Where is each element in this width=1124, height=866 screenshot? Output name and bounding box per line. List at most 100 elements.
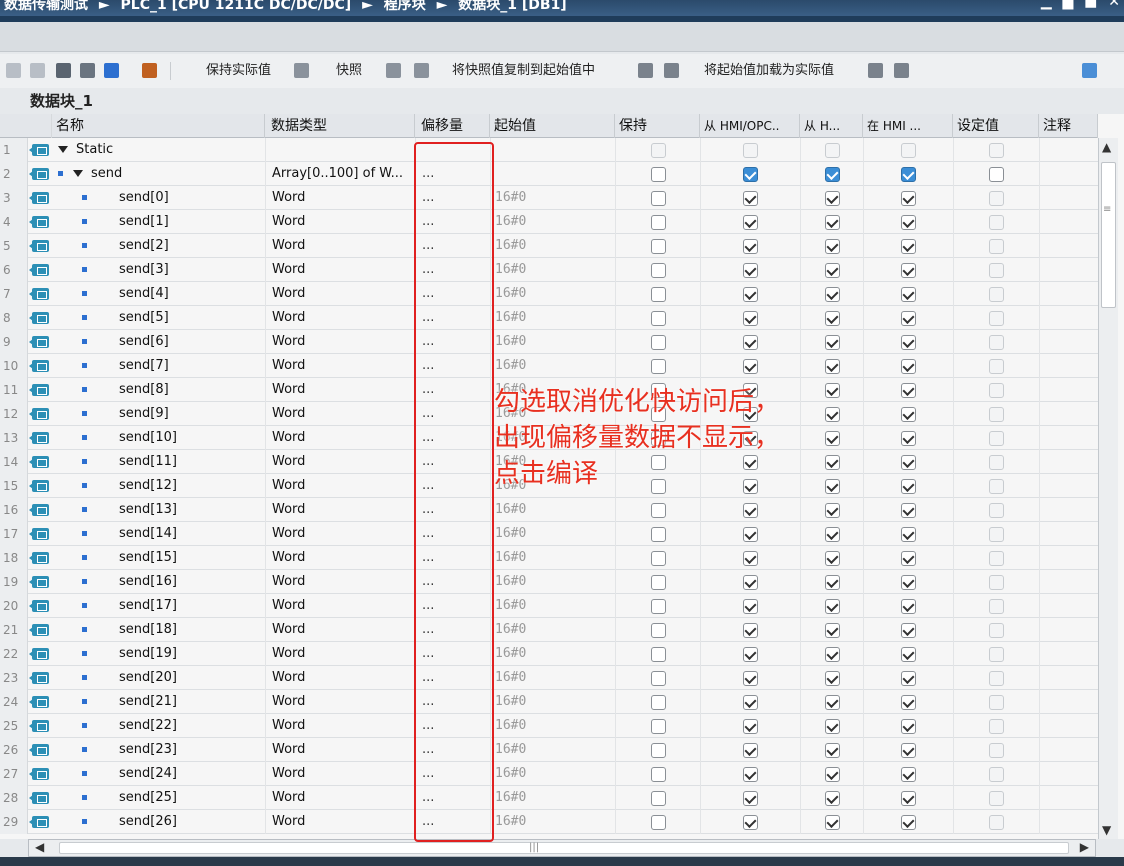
var-type[interactable]: Word — [265, 690, 415, 714]
table-row[interactable]: 6 send[3] Word... 16#0 — [0, 258, 1098, 282]
hmi-visible-checkbox[interactable] — [901, 647, 916, 662]
header-setpoint[interactable]: 设定值 — [953, 114, 1039, 138]
table-row[interactable]: 25 send[22] Word... 16#0 — [0, 714, 1098, 738]
var-start-value[interactable]: 16#0 — [490, 642, 615, 666]
retain-checkbox[interactable] — [651, 767, 666, 782]
retain-checkbox[interactable] — [651, 791, 666, 806]
hmi-write-checkbox[interactable] — [825, 263, 840, 278]
retain-checkbox[interactable] — [651, 527, 666, 542]
hmi-write-checkbox[interactable] — [825, 239, 840, 254]
table-row[interactable]: 7 send[4] Word... 16#0 — [0, 282, 1098, 306]
setpoint-checkbox[interactable] — [989, 719, 1004, 734]
minimize-icon[interactable]: ▁ — [1041, 0, 1052, 10]
maximize-icon[interactable]: ■ — [1084, 0, 1097, 10]
var-name[interactable]: Static — [52, 138, 265, 162]
var-type[interactable]: Word — [265, 618, 415, 642]
comment-cell[interactable] — [1039, 618, 1098, 642]
header-comment[interactable]: 注释 — [1039, 114, 1098, 138]
setpoint-checkbox[interactable] — [989, 143, 1004, 158]
hmi-visible-checkbox[interactable] — [901, 575, 916, 590]
hmi-visible-checkbox[interactable] — [901, 287, 916, 302]
var-type[interactable]: Word — [265, 426, 415, 450]
hmi-write-checkbox[interactable] — [825, 311, 840, 326]
setpoint-checkbox[interactable] — [989, 503, 1004, 518]
var-name[interactable]: send[26] — [52, 810, 265, 834]
hmi-access-checkbox[interactable] — [743, 215, 758, 230]
hmi-write-checkbox[interactable] — [825, 287, 840, 302]
comment-cell[interactable] — [1039, 426, 1098, 450]
retain-checkbox[interactable] — [651, 671, 666, 686]
hmi-write-checkbox[interactable] — [825, 575, 840, 590]
var-start-value[interactable]: 16#0 — [490, 354, 615, 378]
keep-actual-button[interactable]: 保持实际值 — [206, 62, 271, 80]
var-type[interactable]: Word — [265, 330, 415, 354]
hmi-access-checkbox[interactable] — [743, 311, 758, 326]
var-type[interactable]: Word — [265, 186, 415, 210]
header-offset[interactable]: 偏移量 — [415, 114, 490, 138]
var-name[interactable]: send[7] — [52, 354, 265, 378]
hmi-visible-checkbox[interactable] — [901, 791, 916, 806]
retain-checkbox[interactable] — [651, 311, 666, 326]
comment-cell[interactable] — [1039, 138, 1098, 162]
var-type[interactable]: Word — [265, 666, 415, 690]
var-name[interactable]: send[18] — [52, 618, 265, 642]
hmi-write-checkbox[interactable] — [825, 527, 840, 542]
load-start-button[interactable]: 将起始值加载为实际值 — [704, 62, 834, 80]
var-start-value[interactable]: 16#0 — [490, 594, 615, 618]
comment-cell[interactable] — [1039, 570, 1098, 594]
hmi-access-checkbox[interactable] — [743, 143, 758, 158]
var-name[interactable]: send[1] — [52, 210, 265, 234]
retain-checkbox[interactable] — [651, 599, 666, 614]
hmi-access-checkbox[interactable] — [743, 359, 758, 374]
var-type[interactable]: Word — [265, 570, 415, 594]
comment-cell[interactable] — [1039, 306, 1098, 330]
table-row[interactable]: 8 send[5] Word... 16#0 — [0, 306, 1098, 330]
var-name[interactable]: send[5] — [52, 306, 265, 330]
hmi-write-checkbox[interactable] — [825, 815, 840, 830]
comment-cell[interactable] — [1039, 354, 1098, 378]
load-icon[interactable] — [638, 63, 653, 78]
table-row[interactable]: 9 send[6] Word... 16#0 — [0, 330, 1098, 354]
var-start-value[interactable]: 16#0 — [490, 618, 615, 642]
setpoint-checkbox[interactable] — [989, 527, 1004, 542]
retain-checkbox[interactable] — [651, 359, 666, 374]
var-name[interactable]: send[24] — [52, 762, 265, 786]
crumb-db[interactable]: 数据块_1 [DB1] — [458, 0, 566, 13]
hmi-write-checkbox[interactable] — [825, 791, 840, 806]
comment-cell[interactable] — [1039, 330, 1098, 354]
var-type[interactable]: Array[0..100] of W... — [265, 162, 415, 186]
setpoint-checkbox[interactable] — [989, 263, 1004, 278]
scroll-down-icon[interactable]: ▼ — [1102, 823, 1111, 837]
var-name[interactable]: send[21] — [52, 690, 265, 714]
hmi-write-checkbox[interactable] — [825, 359, 840, 374]
setpoint-checkbox[interactable] — [989, 695, 1004, 710]
table-row[interactable]: 29 send[26] Word... 16#0 — [0, 810, 1098, 834]
comment-cell[interactable] — [1039, 186, 1098, 210]
monitor-icon[interactable] — [142, 63, 157, 78]
table-row[interactable]: 22 send[19] Word... 16#0 — [0, 642, 1098, 666]
var-name[interactable]: send[12] — [52, 474, 265, 498]
hmi-access-checkbox[interactable] — [743, 719, 758, 734]
var-start-value[interactable]: 16#0 — [490, 522, 615, 546]
setpoint-checkbox[interactable] — [989, 815, 1004, 830]
var-name[interactable]: send[2] — [52, 234, 265, 258]
comment-cell[interactable] — [1039, 474, 1098, 498]
table-row[interactable]: 24 send[21] Word... 16#0 — [0, 690, 1098, 714]
setpoint-checkbox[interactable] — [989, 383, 1004, 398]
crumb-project[interactable]: 数据传输测试 — [4, 0, 88, 13]
hmi-visible-checkbox[interactable] — [901, 239, 916, 254]
var-name[interactable]: send[8] — [52, 378, 265, 402]
table-row[interactable]: 2 send Array[0..100] of W...... — [0, 162, 1098, 186]
download-icon[interactable] — [894, 63, 909, 78]
var-name[interactable]: send[17] — [52, 594, 265, 618]
header-type[interactable]: 数据类型 — [265, 114, 415, 138]
hmi-access-checkbox[interactable] — [743, 671, 758, 686]
table-row[interactable]: 10 send[7] Word... 16#0 — [0, 354, 1098, 378]
var-name[interactable]: send[10] — [52, 426, 265, 450]
hmi-write-checkbox[interactable] — [825, 143, 840, 158]
hmi-visible-checkbox[interactable] — [901, 215, 916, 230]
insert-row-icon[interactable] — [6, 63, 21, 78]
hmi-visible-checkbox[interactable] — [901, 719, 916, 734]
hmi-visible-checkbox[interactable] — [901, 671, 916, 686]
scroll-right-icon[interactable]: ▶ — [1080, 840, 1089, 854]
